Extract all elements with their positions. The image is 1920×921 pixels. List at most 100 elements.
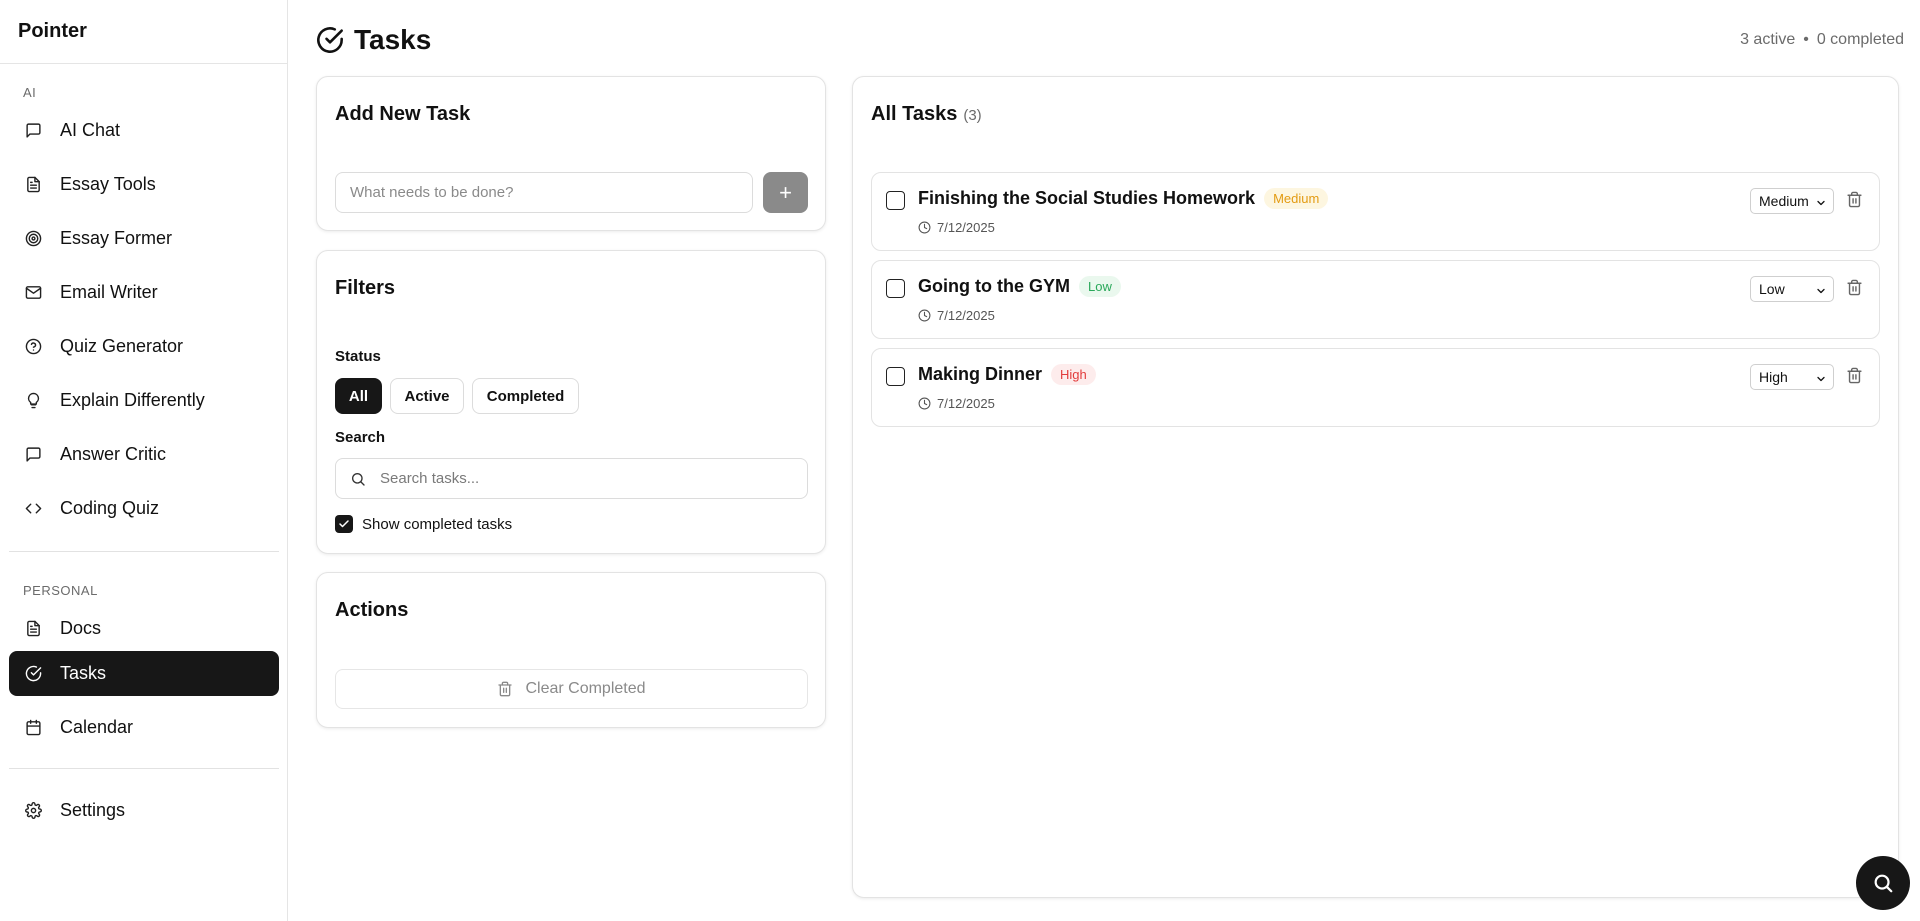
mail-icon xyxy=(24,284,42,302)
task-stats: 3 active • 0 completed xyxy=(1740,31,1904,49)
completed-count: 0 completed xyxy=(1816,31,1904,48)
trash-icon xyxy=(1847,367,1862,384)
sidebar-item-explain-differently[interactable]: Explain Differently xyxy=(9,378,279,423)
task-complete-checkbox[interactable] xyxy=(886,191,905,210)
task-row: Making Dinner High 7/12/2025 High xyxy=(871,348,1880,427)
task-row: Going to the GYM Low 7/12/2025 Low xyxy=(871,260,1880,339)
delete-task-button[interactable] xyxy=(1846,367,1864,385)
clear-completed-button[interactable]: Clear Completed xyxy=(335,669,808,709)
delete-task-button[interactable] xyxy=(1846,191,1864,209)
message-icon xyxy=(24,122,42,140)
chevron-down-icon xyxy=(1815,372,1827,384)
task-list-header: All Tasks (3) xyxy=(871,103,982,126)
app-name: Pointer xyxy=(0,0,287,64)
document-icon xyxy=(24,620,42,638)
sidebar-item-label: AI Chat xyxy=(60,120,121,140)
sidebar-item-quiz-generator[interactable]: Quiz Generator xyxy=(9,324,279,369)
status-label: Status xyxy=(335,348,381,365)
sidebar-divider xyxy=(9,768,279,769)
filters-card: Filters Status All Active Completed Sear… xyxy=(316,250,826,554)
clock-icon xyxy=(918,397,931,410)
task-complete-checkbox[interactable] xyxy=(886,367,905,386)
priority-select[interactable]: Low xyxy=(1750,276,1834,302)
priority-badge: Low xyxy=(1078,276,1121,297)
lightbulb-icon xyxy=(24,392,42,410)
show-completed-label: Show completed tasks xyxy=(362,515,513,533)
sidebar-item-coding-quiz[interactable]: Coding Quiz xyxy=(9,486,279,531)
task-date-line: 7/12/2025 xyxy=(918,308,995,323)
filters-title: Filters xyxy=(335,277,396,299)
sidebar-item-answer-critic[interactable]: Answer Critic xyxy=(9,432,279,477)
sidebar-item-label: Coding Quiz xyxy=(60,498,160,518)
help-circle-icon xyxy=(24,338,42,356)
delete-task-button[interactable] xyxy=(1846,279,1864,297)
search-field[interactable] xyxy=(335,458,808,499)
sidebar-item-label: Quiz Generator xyxy=(60,336,184,356)
check-circle-icon xyxy=(317,27,343,53)
active-count: 3 active xyxy=(1740,31,1796,48)
clock-icon xyxy=(918,221,931,234)
priority-select[interactable]: Medium xyxy=(1750,188,1834,214)
show-completed-row: Show completed tasks xyxy=(335,515,512,533)
search-icon xyxy=(1874,874,1893,893)
sidebar-divider xyxy=(9,551,279,552)
priority-badge: Medium xyxy=(1264,188,1329,209)
calendar-icon xyxy=(24,719,42,737)
section-label-personal: PERSONAL xyxy=(23,583,98,598)
floating-search-button[interactable] xyxy=(1856,856,1910,910)
sidebar-item-label: Essay Former xyxy=(60,228,173,248)
sidebar-item-docs[interactable]: Docs xyxy=(9,606,279,651)
task-complete-checkbox[interactable] xyxy=(886,279,905,298)
search-icon xyxy=(352,472,365,486)
add-task-button[interactable]: + xyxy=(763,172,808,213)
sidebar-item-settings[interactable]: Settings xyxy=(9,788,279,833)
page-title: Tasks xyxy=(316,24,431,56)
priority-select-value: Low xyxy=(1759,281,1785,297)
sidebar-item-label: Docs xyxy=(60,618,102,638)
trash-icon xyxy=(498,681,513,697)
sidebar-item-label: Calendar xyxy=(60,717,134,737)
priority-select[interactable]: High xyxy=(1750,364,1834,390)
status-filter-all[interactable]: All xyxy=(335,378,382,414)
task-date: 7/12/2025 xyxy=(937,220,995,235)
sidebar-item-email-writer[interactable]: Email Writer xyxy=(9,270,279,315)
trash-icon xyxy=(1847,191,1862,208)
document-icon xyxy=(24,176,42,194)
page-title-text: Tasks xyxy=(354,24,432,55)
sidebar: Pointer AI AI Chat Essay Tools Essay For… xyxy=(0,0,288,921)
status-filter-active[interactable]: Active xyxy=(390,378,464,414)
trash-icon xyxy=(1847,279,1862,296)
check-circle-icon xyxy=(24,665,42,683)
clear-completed-label: Clear Completed xyxy=(525,680,646,697)
task-list-card: All Tasks (3) Finishing the Social Studi… xyxy=(852,76,1899,898)
add-task-card: Add New Task + xyxy=(316,76,826,231)
task-title: Finishing the Social Studies Homework xyxy=(918,188,1256,208)
actions-card: Actions Clear Completed xyxy=(316,572,826,728)
code-icon xyxy=(24,500,42,518)
sidebar-item-essay-former[interactable]: Essay Former xyxy=(9,216,279,261)
task-date: 7/12/2025 xyxy=(937,396,995,411)
sidebar-item-label: Settings xyxy=(60,800,126,820)
task-title: Going to the GYM xyxy=(918,276,1070,296)
show-completed-checkbox[interactable] xyxy=(335,515,353,533)
sidebar-item-label: Tasks xyxy=(60,663,107,683)
section-label-ai: AI xyxy=(23,85,37,100)
gear-icon xyxy=(24,802,42,820)
sidebar-item-label: Explain Differently xyxy=(60,390,205,410)
task-title-line: Finishing the Social Studies Homework Me… xyxy=(918,188,1329,209)
sidebar-item-label: Answer Critic xyxy=(60,444,167,464)
sidebar-item-essay-tools[interactable]: Essay Tools xyxy=(9,162,279,207)
task-row: Finishing the Social Studies Homework Me… xyxy=(871,172,1880,251)
priority-select-value: High xyxy=(1759,369,1788,385)
chevron-down-icon xyxy=(1815,196,1827,208)
sidebar-item-ai-chat[interactable]: AI Chat xyxy=(9,108,279,153)
status-filter-completed[interactable]: Completed xyxy=(472,378,579,414)
message-icon xyxy=(24,446,42,464)
check-icon xyxy=(339,520,349,528)
priority-select-value: Medium xyxy=(1759,193,1809,209)
new-task-input[interactable] xyxy=(335,172,753,213)
search-input[interactable] xyxy=(380,470,800,487)
clock-icon xyxy=(918,309,931,322)
sidebar-item-calendar[interactable]: Calendar xyxy=(9,705,279,750)
sidebar-item-tasks[interactable]: Tasks xyxy=(9,651,279,696)
